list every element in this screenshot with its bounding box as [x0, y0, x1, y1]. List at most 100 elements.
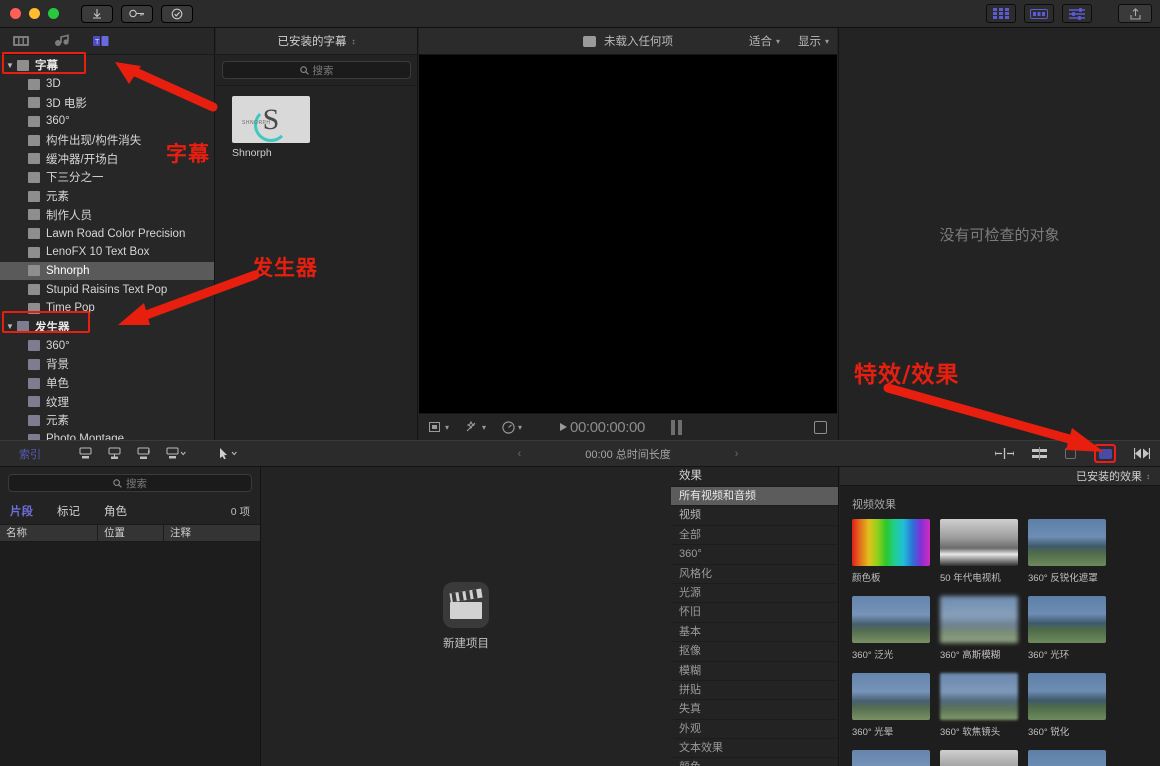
timeline-index-search-input[interactable]: 搜索 [8, 474, 252, 492]
browser-search-input[interactable]: 搜索 [222, 61, 411, 79]
effects-category-list[interactable]: 所有视频和音频视频全部360°风格化光源怀旧基本抠像模糊拼贴失真外观文本效果颜色 [671, 486, 838, 766]
sidebar-item-label: Lawn Road Color Precision [46, 228, 185, 240]
sidebar-item--[interactable]: 背景 [0, 355, 214, 374]
window-controls[interactable] [10, 8, 59, 19]
effects-category-item[interactable]: 所有视频和音频 [671, 486, 838, 505]
timeline-canvas[interactable]: 新建项目 [262, 467, 670, 766]
effects-category-item[interactable]: 失真 [671, 699, 838, 718]
effect-item[interactable]: 360° 泛光 [852, 596, 930, 661]
sidebar-item-3d-[interactable]: 3D 电影 [0, 93, 214, 112]
retime-icon[interactable] [995, 447, 1012, 460]
timeline-index-tab-2[interactable]: 角色 [104, 503, 127, 519]
effect-item[interactable]: 360° 锐化 [1028, 673, 1106, 738]
effect-item[interactable]: 360° 高斯模糊 [940, 596, 1018, 661]
effects-category-item[interactable]: 视频 [671, 505, 838, 524]
effect-item[interactable]: 360° 光晕 [852, 673, 930, 738]
viewer-crop-menu[interactable]: ▾ [429, 422, 449, 433]
library-item-list[interactable]: ▼字幕3D3D 电影360°构件出现/构件消失缓冲器/开场白下三分之一元素制作人… [0, 55, 214, 440]
prev-button[interactable]: ‹ [518, 448, 522, 460]
sidebar-item-shnorph[interactable]: Shnorph [0, 262, 214, 281]
append-edit-icon[interactable] [78, 447, 93, 460]
effect-item[interactable]: 颜色板 [852, 519, 930, 584]
inspector-toggle-button[interactable] [1062, 4, 1092, 23]
effects-category-item[interactable]: 基本 [671, 622, 838, 641]
import-media-button[interactable] [81, 5, 113, 23]
sidebar-item-photo-montage[interactable]: Photo Montage [0, 430, 214, 440]
next-button[interactable]: › [735, 448, 739, 460]
effects-category-item[interactable]: 拼贴 [671, 680, 838, 699]
effects-category-item[interactable]: 360° [671, 544, 838, 563]
timeline-index-tab-1[interactable]: 标记 [57, 503, 80, 519]
overwrite-edit-menu[interactable] [165, 447, 189, 460]
effect-item[interactable] [940, 750, 1018, 766]
effects-category-item[interactable]: 颜色 [671, 757, 838, 766]
keyword-button[interactable] [121, 5, 153, 23]
titles-panel-icon[interactable] [1065, 447, 1076, 460]
minimize-button[interactable] [29, 8, 40, 19]
effects-browser-toggle-button[interactable] [1094, 444, 1116, 463]
effects-category-item[interactable]: 文本效果 [671, 738, 838, 757]
effect-item[interactable] [1028, 750, 1106, 766]
browser-item[interactable]: S SHNORPH Shnorph [232, 96, 310, 159]
select-tool-menu[interactable] [217, 447, 243, 460]
timeline-index-column-header[interactable]: 位置 [98, 524, 164, 542]
effect-item[interactable]: 50 年代电视机 [940, 519, 1018, 584]
sidebar-item--[interactable]: 制作人员 [0, 206, 214, 225]
timeline-index-column-header[interactable]: 名称 [0, 524, 98, 542]
sidebar-item--[interactable]: 单色 [0, 374, 214, 393]
sidebar-item-lenofx-10-text-box[interactable]: LenoFX 10 Text Box [0, 243, 214, 262]
effects-category-item[interactable]: 全部 [671, 525, 838, 544]
insert-edit-icon[interactable] [136, 447, 151, 460]
effects-category-item[interactable]: 外观 [671, 719, 838, 738]
new-project-placeholder[interactable]: 新建项目 [443, 582, 489, 651]
viewer-fullscreen-button[interactable] [814, 421, 827, 434]
sidebar-item-stupid-raisins-text-pop[interactable]: Stupid Raisins Text Pop [0, 280, 214, 299]
browser-toggle-button[interactable] [986, 4, 1016, 23]
library-icon[interactable] [12, 34, 30, 48]
timeline-index-button[interactable]: 索引 [0, 446, 60, 462]
sidebar-item--[interactable]: 下三分之一 [0, 168, 214, 187]
play-icon[interactable] [560, 423, 567, 431]
effects-category-item[interactable]: 抠像 [671, 641, 838, 660]
effect-item[interactable]: 360° 反锐化遮罩 [1028, 519, 1106, 584]
timeline-index-column-header[interactable]: 注释 [164, 524, 260, 542]
effects-category-item[interactable]: 风格化 [671, 564, 838, 583]
color-board-icon[interactable] [1030, 447, 1047, 460]
timeline-index-body[interactable] [0, 542, 260, 766]
sidebar-item-360-[interactable]: 360° [0, 112, 214, 131]
viewer-fit-menu[interactable]: 适合 ▾ [749, 33, 780, 49]
share-button[interactable] [1118, 4, 1152, 23]
sort-chevron-icon[interactable]: ↕ [1146, 472, 1150, 481]
timeline-toggle-button[interactable] [1024, 4, 1054, 23]
effect-item[interactable] [852, 750, 930, 766]
zoom-button[interactable] [48, 8, 59, 19]
clapperboard-body [450, 602, 482, 619]
sidebar-item-3d[interactable]: 3D [0, 75, 214, 94]
music-icon[interactable] [52, 34, 70, 48]
transitions-browser-icon[interactable] [1134, 447, 1150, 460]
effect-item[interactable]: 360° 光环 [1028, 596, 1106, 661]
effects-category-item[interactable]: 怀旧 [671, 602, 838, 621]
viewer-timecode[interactable]: 00:00:00:00 [570, 419, 645, 436]
timeline-index-tabs[interactable]: 片段标记角色0 项 [0, 498, 260, 524]
browser-header[interactable]: 已安装的字幕 ↕ [216, 28, 417, 55]
effects-category-item[interactable]: 模糊 [671, 661, 838, 680]
effect-item[interactable]: 360° 软焦镜头 [940, 673, 1018, 738]
sidebar-item--[interactable]: 元素 [0, 411, 214, 430]
effects-category-item[interactable]: 光源 [671, 583, 838, 602]
viewer-effects-menu[interactable]: ▾ [465, 421, 486, 433]
sidebar-item-360-[interactable]: 360° [0, 336, 214, 355]
viewer-show-menu[interactable]: 显示 ▾ [798, 33, 829, 49]
close-button[interactable] [10, 8, 21, 19]
sidebar-item-lawn-road-color-precision[interactable]: Lawn Road Color Precision [0, 224, 214, 243]
sidebar-item--[interactable]: 元素 [0, 187, 214, 206]
viewer-canvas[interactable] [419, 55, 837, 413]
sidebar-item--[interactable]: 纹理 [0, 392, 214, 411]
connect-edit-icon[interactable] [107, 447, 122, 460]
timeline-index-tab-0[interactable]: 片段 [10, 503, 33, 519]
rating-button[interactable] [161, 5, 193, 23]
viewer-quality-menu[interactable]: ▾ [502, 421, 522, 434]
effects-browser-header[interactable]: 已安装的效果 ↕ [840, 467, 1160, 486]
sort-chevron-icon[interactable]: ↕ [352, 37, 356, 46]
titles-generators-icon[interactable]: T [92, 34, 110, 48]
